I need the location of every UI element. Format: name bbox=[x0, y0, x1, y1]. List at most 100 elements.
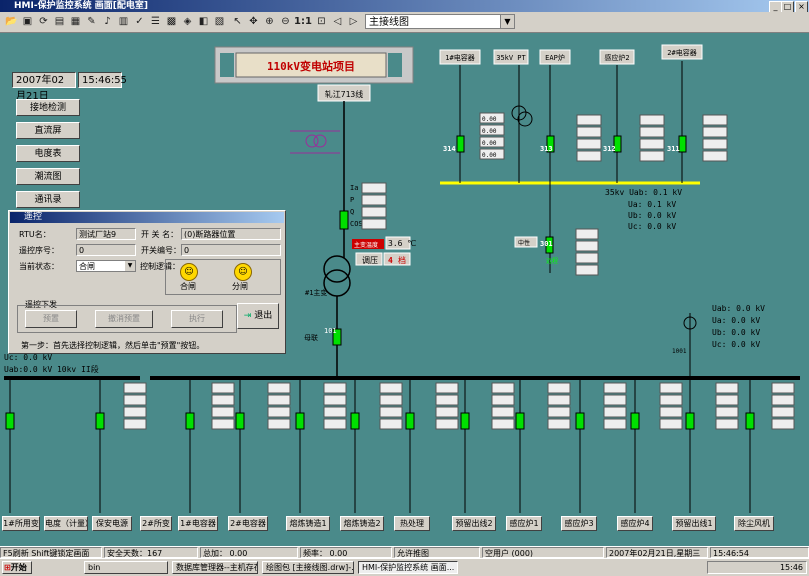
svg-text:2#电容器: 2#电容器 bbox=[667, 48, 696, 57]
list-icon[interactable]: ☰ bbox=[148, 14, 163, 29]
svg-text:Q: Q bbox=[350, 208, 354, 216]
svg-text:Uc: 0.0 kV: Uc: 0.0 kV bbox=[712, 340, 760, 349]
transformer-temp: 3.6 ℃ bbox=[388, 239, 416, 248]
task-drawing[interactable]: 绘图包 [主接线图.drw]-... bbox=[262, 561, 354, 574]
svg-text:301: 301 bbox=[540, 240, 553, 248]
bottom-button-6[interactable]: 熔炼铸造1 bbox=[286, 516, 330, 531]
status-total: 总加： 0.00 bbox=[200, 547, 298, 558]
nav-contacts[interactable]: 通讯录 bbox=[16, 191, 80, 208]
bottom-button-12[interactable]: 感应炉4 bbox=[617, 516, 653, 531]
bottom-button-7[interactable]: 熔炼铸造2 bbox=[340, 516, 384, 531]
status-frequency: 频率： 0.00 bbox=[300, 547, 392, 558]
grid-icon[interactable]: ▩ bbox=[164, 14, 179, 29]
nav-power-flow[interactable]: 潮流图 bbox=[16, 168, 80, 185]
line-label: 轧江713线 bbox=[325, 89, 363, 99]
edit-icon[interactable]: ✎ bbox=[84, 14, 99, 29]
svg-text:0.00: 0.00 bbox=[482, 116, 497, 123]
zoom-in-icon[interactable]: ⊕ bbox=[262, 14, 277, 29]
execute-button[interactable]: 执行 bbox=[171, 310, 223, 328]
back-icon[interactable]: ◁ bbox=[330, 14, 345, 29]
nav-dc-panel[interactable]: 直流屏 bbox=[16, 122, 80, 139]
zoom-area-icon[interactable]: ⊡ bbox=[314, 14, 329, 29]
svg-text:312: 312 bbox=[603, 145, 616, 153]
close-option-label[interactable]: 合闸 bbox=[180, 281, 196, 292]
left-voltage-1: Uab:0.0 kV 10kv II段 bbox=[4, 364, 99, 374]
remote-no-value: 0 bbox=[76, 244, 136, 256]
task-db-manager[interactable]: 数据库管理器--主机存在! bbox=[172, 561, 258, 574]
chevron-down-icon[interactable]: ▼ bbox=[500, 15, 514, 28]
state-label: 当前状态： bbox=[19, 262, 59, 271]
bottom-button-4[interactable]: 1#电容器 bbox=[178, 516, 218, 531]
transformer-label: #1主变 bbox=[305, 288, 327, 297]
bottom-button-11[interactable]: 感应炉3 bbox=[561, 516, 597, 531]
bottom-button-5[interactable]: 2#电容器 bbox=[228, 516, 268, 531]
chevron-down-icon[interactable]: ▼ bbox=[125, 261, 135, 271]
bottom-button-9[interactable]: 预留出线2 bbox=[452, 516, 496, 531]
bottom-button-13[interactable]: 预留出线1 bbox=[672, 516, 716, 531]
switch-name-value: (0)断路器位置 bbox=[181, 228, 281, 240]
screen-select-value: 主接线图 bbox=[369, 17, 409, 28]
svg-text:0.00: 0.00 bbox=[482, 140, 497, 147]
top-voltage: 35kv Uab: 0.1 kV Ua: 0.1 kV Ub: 0.0 kV U… bbox=[605, 188, 682, 231]
alarm-icon[interactable]: ♪ bbox=[100, 14, 115, 29]
event-icon[interactable]: ◈ bbox=[180, 14, 195, 29]
task-hmi[interactable]: HMI-保护监控系统 画面... bbox=[358, 561, 458, 574]
save-icon[interactable]: ▣ bbox=[20, 14, 35, 29]
zoom-out-icon[interactable]: ⊖ bbox=[278, 14, 293, 29]
task-bin[interactable]: bin bbox=[84, 561, 168, 574]
svg-text:1#电容器: 1#电容器 bbox=[445, 53, 474, 62]
start-button[interactable]: ⊞开始 bbox=[2, 561, 32, 574]
switch-no-value: 0 bbox=[181, 244, 281, 256]
pointer-icon[interactable]: ↖ bbox=[230, 14, 245, 29]
bottom-button-8[interactable]: 热处理 bbox=[394, 516, 430, 531]
nav-ground-detect[interactable]: 接地检测 bbox=[16, 99, 80, 116]
rtu-value: 测试厂站9 bbox=[76, 228, 136, 240]
chart-icon[interactable]: ▦ bbox=[68, 14, 83, 29]
cancel-preset-button[interactable]: 撤消预置 bbox=[95, 310, 153, 328]
lock-icon[interactable]: ◧ bbox=[196, 14, 211, 29]
refresh-icon[interactable]: ⟳ bbox=[36, 14, 51, 29]
print-icon[interactable]: ▤ bbox=[52, 14, 67, 29]
status-allow: 允许推图 bbox=[394, 547, 480, 558]
svg-text:35kV PT: 35kV PT bbox=[496, 54, 526, 62]
open-option-label[interactable]: 分闸 bbox=[232, 281, 248, 292]
close-smiley-icon[interactable]: ☺ bbox=[180, 263, 198, 281]
open-icon[interactable]: 📂 bbox=[4, 14, 19, 29]
svg-text:感应炉2: 感应炉2 bbox=[604, 53, 629, 62]
svg-text:314: 314 bbox=[443, 145, 456, 153]
zoom-reset-button[interactable]: 1:1 bbox=[294, 14, 312, 29]
svg-text:主变温度: 主变温度 bbox=[354, 241, 378, 249]
nav-energy-meter[interactable]: 电度表 bbox=[16, 145, 80, 162]
remote-no-label: 遥控序号： bbox=[19, 246, 59, 255]
status-user: 空用户 (000) bbox=[482, 547, 604, 558]
svg-text:313: 313 bbox=[540, 145, 553, 153]
toolbar: 📂 ▣ ⟳ ▤ ▦ ✎ ♪ ▥ ✓ ☰ ▩ ◈ ◧ ▧ ↖ ✥ ⊕ ⊖ 1:1 … bbox=[0, 12, 809, 33]
date-display: 2007年02月21日 bbox=[12, 72, 76, 102]
bottom-button-3[interactable]: 2#所变 bbox=[140, 516, 172, 531]
window-title: HMI-保护监控系统 画面[配电室] bbox=[14, 1, 148, 11]
bottom-button-2[interactable]: 保安电源 bbox=[92, 516, 132, 531]
svg-text:Uab: 0.0 kV: Uab: 0.0 kV bbox=[712, 304, 765, 313]
bottom-button-14[interactable]: 除尘风机 bbox=[734, 516, 774, 531]
bottom-button-10[interactable]: 感应炉1 bbox=[506, 516, 542, 531]
svg-text:101: 101 bbox=[324, 327, 337, 335]
report-icon[interactable]: ▥ bbox=[116, 14, 131, 29]
status-safe-days: 安全天数：167 bbox=[104, 547, 198, 558]
svg-text:远程: 远程 bbox=[546, 257, 558, 265]
check-icon[interactable]: ✓ bbox=[132, 14, 147, 29]
screen-select[interactable]: 主接线图 ▼ bbox=[365, 14, 515, 29]
bottom-button-0[interactable]: 1#所用变 bbox=[2, 516, 40, 531]
exit-button[interactable]: ⇥ 退出 bbox=[237, 303, 279, 329]
ct-label: 母联 bbox=[304, 333, 318, 342]
forward-icon[interactable]: ▷ bbox=[346, 14, 361, 29]
tap-value: 4 bbox=[388, 256, 393, 265]
pan-icon[interactable]: ✥ bbox=[246, 14, 261, 29]
config-icon[interactable]: ▧ bbox=[212, 14, 227, 29]
svg-text:档: 档 bbox=[398, 255, 406, 265]
bottom-button-1[interactable]: 电度（计量） bbox=[44, 516, 88, 531]
state-select[interactable]: 合闸 ▼ bbox=[76, 260, 136, 272]
preset-button[interactable]: 预置 bbox=[25, 310, 77, 328]
status-time: 15:46:54 bbox=[710, 547, 809, 558]
tray-time: 15:46 bbox=[779, 563, 803, 572]
open-smiley-icon[interactable]: ☺ bbox=[234, 263, 252, 281]
